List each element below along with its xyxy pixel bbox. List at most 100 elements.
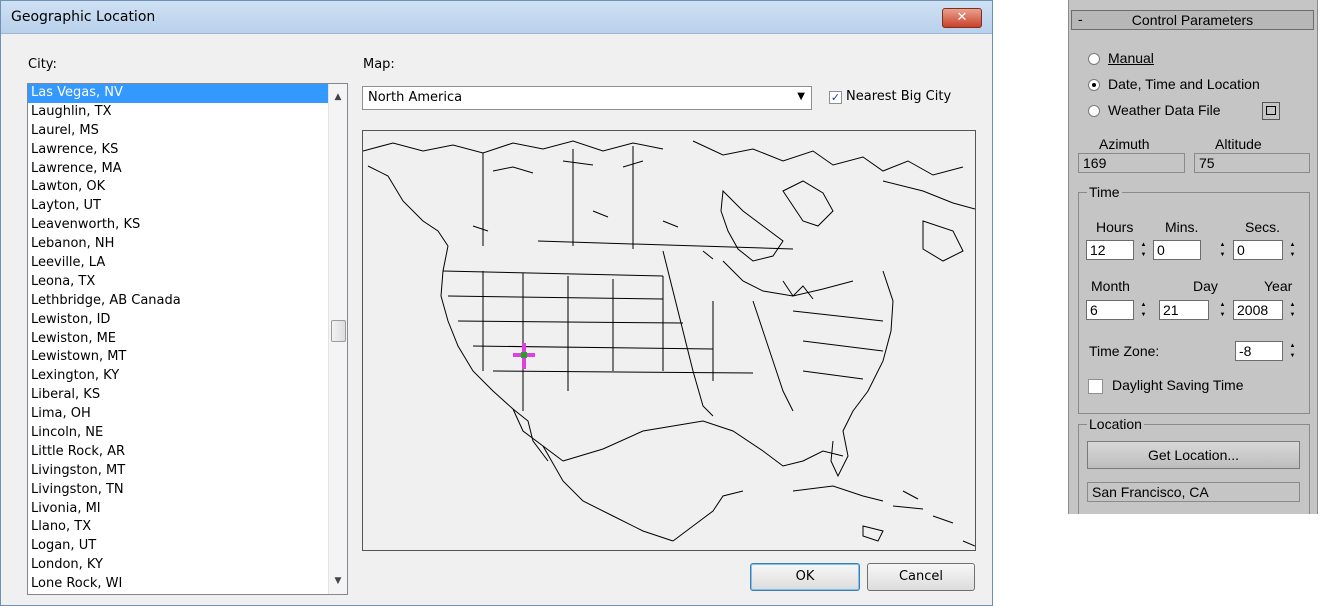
location-value: San Francisco, CA xyxy=(1087,482,1300,502)
mode-weather-file-label[interactable]: Weather Data File xyxy=(1108,102,1221,118)
city-list-item[interactable]: Laurel, MS xyxy=(28,122,328,141)
city-list-scrollbar[interactable]: ▲ ▼ xyxy=(328,84,347,594)
spin-up-icon[interactable]: ▲ xyxy=(1287,300,1298,310)
secs-label: Secs. xyxy=(1245,219,1281,235)
control-parameters-rollout: - Control Parameters Manual Date, Time a… xyxy=(1068,0,1318,514)
hours-label: Hours xyxy=(1096,219,1134,235)
location-marker-icon xyxy=(513,343,535,369)
day-field[interactable]: 21 xyxy=(1159,300,1209,320)
secs-field[interactable]: 0 xyxy=(1233,240,1283,260)
get-location-button[interactable]: Get Location... xyxy=(1087,441,1300,469)
year-spinner[interactable]: ▲ ▼ xyxy=(1287,300,1298,320)
city-list-item[interactable]: Lincoln, NE xyxy=(28,424,328,443)
nearest-big-city-label: Nearest Big City xyxy=(846,89,952,104)
city-list-item[interactable]: Laughlin, TX xyxy=(28,103,328,122)
city-list-item[interactable]: Little Rock, AR xyxy=(28,443,328,462)
city-list-item[interactable]: Livonia, MI xyxy=(28,500,328,519)
mode-manual-label[interactable]: Manual xyxy=(1108,50,1154,66)
map-dropdown[interactable]: North America ▼ xyxy=(362,86,812,110)
daylight-saving-checkbox[interactable] xyxy=(1088,379,1103,394)
mode-date-time-location-label[interactable]: Date, Time and Location xyxy=(1108,76,1260,92)
month-field[interactable]: 6 xyxy=(1086,300,1134,320)
spin-up-icon[interactable]: ▲ xyxy=(1138,300,1149,310)
cancel-button[interactable]: Cancel xyxy=(867,563,975,591)
hours-spinner[interactable]: ▲ ▼ xyxy=(1138,240,1149,260)
spin-down-icon[interactable]: ▼ xyxy=(1287,250,1298,260)
city-list-item[interactable]: Lawton, OK xyxy=(28,178,328,197)
spin-down-icon[interactable]: ▼ xyxy=(1217,310,1228,320)
time-group-title: Time xyxy=(1087,184,1122,200)
spin-down-icon[interactable]: ▼ xyxy=(1287,351,1298,361)
azimuth-label: Azimuth xyxy=(1099,136,1150,152)
hours-field[interactable]: 12 xyxy=(1086,240,1134,260)
city-list-item[interactable]: Lone Rock, WI xyxy=(28,575,328,594)
weather-file-browse-button[interactable] xyxy=(1262,102,1280,120)
city-list-item[interactable]: Lewistown, MT xyxy=(28,348,328,367)
marker-center-dot xyxy=(521,352,527,358)
mins-label: Mins. xyxy=(1165,219,1199,235)
year-label: Year xyxy=(1264,278,1293,294)
city-list-item[interactable]: London, KY xyxy=(28,556,328,575)
city-list-item[interactable]: Lawrence, KS xyxy=(28,141,328,160)
north-america-map xyxy=(363,140,975,547)
city-list-item[interactable]: Livingston, TN xyxy=(28,481,328,500)
city-list-item[interactable]: Logan, UT xyxy=(28,537,328,556)
ok-button[interactable]: OK xyxy=(750,563,860,591)
city-label: City: xyxy=(28,57,57,72)
city-list-item[interactable]: Livingston, MT xyxy=(28,462,328,481)
location-group-title: Location xyxy=(1087,416,1144,432)
spin-up-icon[interactable]: ▲ xyxy=(1287,240,1298,250)
map-view[interactable] xyxy=(362,130,976,551)
spin-up-icon[interactable]: ▲ xyxy=(1217,300,1228,310)
mode-date-time-location-radio[interactable] xyxy=(1088,79,1100,91)
close-button[interactable]: ✕ xyxy=(942,8,982,28)
scroll-thumb[interactable] xyxy=(331,320,346,342)
spin-down-icon[interactable]: ▼ xyxy=(1287,310,1298,320)
city-list-item[interactable]: Lexington, KY xyxy=(28,367,328,386)
rollout-title: Control Parameters xyxy=(1131,12,1254,28)
map-dropdown-value: North America xyxy=(368,90,463,105)
secs-spinner[interactable]: ▲ ▼ xyxy=(1287,240,1298,260)
nearest-big-city-checkbox[interactable]: ✓ xyxy=(829,91,842,104)
time-zone-spinner[interactable]: ▲ ▼ xyxy=(1287,341,1298,361)
month-spinner[interactable]: ▲ ▼ xyxy=(1138,300,1149,320)
spin-up-icon[interactable]: ▲ xyxy=(1287,341,1298,351)
city-items: Las Vegas, NV Laughlin, TX Laurel, MS Lawre… xyxy=(28,84,328,594)
mins-spinner[interactable]: ▲ ▼ xyxy=(1217,240,1228,260)
city-list-item[interactable]: Liberal, KS xyxy=(28,386,328,405)
spin-up-icon[interactable]: ▲ xyxy=(1217,240,1228,250)
title-bar[interactable]: Geographic Location ✕ xyxy=(1,1,992,34)
city-list-item[interactable]: Lewiston, ID xyxy=(28,311,328,330)
city-list-item[interactable]: Las Vegas, NV xyxy=(28,84,328,103)
month-label: Month xyxy=(1091,278,1130,294)
city-list-item[interactable]: Llano, TX xyxy=(28,518,328,537)
rollout-header[interactable]: - Control Parameters xyxy=(1071,10,1314,30)
year-field[interactable]: 2008 xyxy=(1233,300,1283,320)
altitude-value: 75 xyxy=(1194,153,1310,173)
day-spinner[interactable]: ▲ ▼ xyxy=(1217,300,1228,320)
mode-manual-radio[interactable] xyxy=(1088,53,1100,65)
time-zone-field[interactable]: -8 xyxy=(1235,341,1283,361)
city-list-item[interactable]: Leavenworth, KS xyxy=(28,216,328,235)
city-list-item[interactable]: Layton, UT xyxy=(28,197,328,216)
spin-down-icon[interactable]: ▼ xyxy=(1138,250,1149,260)
city-list-item[interactable]: Leeville, LA xyxy=(28,254,328,273)
mode-weather-file-radio[interactable] xyxy=(1088,105,1100,117)
city-listbox[interactable]: Las Vegas, NV Laughlin, TX Laurel, MS Lawre… xyxy=(27,83,348,595)
map-label: Map: xyxy=(363,57,395,72)
geographic-location-dialog: Geographic Location ✕ City: Las Vegas, N… xyxy=(0,0,993,606)
day-label: Day xyxy=(1193,278,1218,294)
scroll-up-icon[interactable]: ▲ xyxy=(329,88,347,106)
mins-field[interactable]: 0 xyxy=(1153,240,1201,260)
city-list-item[interactable]: Lethbridge, AB Canada xyxy=(28,292,328,311)
azimuth-value: 169 xyxy=(1078,153,1185,173)
city-list-item[interactable]: Lebanon, NH xyxy=(28,235,328,254)
scroll-down-icon[interactable]: ▼ xyxy=(329,572,347,590)
city-list-item[interactable]: Lewiston, ME xyxy=(28,330,328,349)
spin-down-icon[interactable]: ▼ xyxy=(1217,250,1228,260)
city-list-item[interactable]: Leona, TX xyxy=(28,273,328,292)
spin-down-icon[interactable]: ▼ xyxy=(1138,310,1149,320)
city-list-item[interactable]: Lima, OH xyxy=(28,405,328,424)
city-list-item[interactable]: Lawrence, MA xyxy=(28,160,328,179)
spin-up-icon[interactable]: ▲ xyxy=(1138,240,1149,250)
